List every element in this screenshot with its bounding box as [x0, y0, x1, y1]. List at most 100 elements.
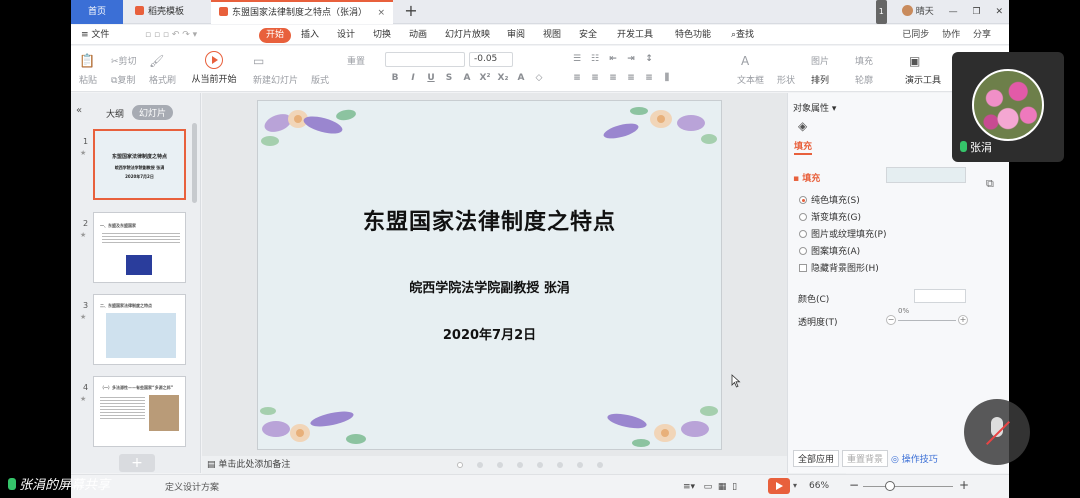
collab-button[interactable]: 协作 [942, 30, 960, 40]
textbox-button[interactable]: 文本框 [737, 73, 764, 86]
underline-icon[interactable]: U [425, 73, 437, 83]
decrease-button[interactable]: − [886, 315, 896, 325]
zoom-in-button[interactable]: + [959, 478, 969, 492]
slide-thumbnail-2[interactable]: 一、东盟及东盟国家 [93, 212, 186, 283]
layout-button[interactable]: 版式 [311, 73, 329, 86]
fill-color-swatch[interactable] [886, 167, 966, 183]
alignment-group[interactable]: ≡ ≡ ≡ ≡ ≡ ⫼ [571, 73, 679, 83]
slide-thumbnail-1[interactable]: 东盟国家法律制度之特点 皖西学院法学院副教授 张涓 2020年7月2日 [93, 129, 186, 200]
indent-decrease-icon[interactable]: ⇤ [607, 54, 619, 64]
page-dot[interactable] [537, 461, 543, 468]
format-painter-button[interactable]: 格式刷 [149, 73, 176, 86]
zoom-slider-track[interactable] [863, 486, 953, 487]
column-icon[interactable]: ⫼ [661, 73, 673, 83]
notes-bar[interactable]: ▤ 单击此处添加备注 [202, 456, 846, 474]
user-account[interactable]: 晴天 [901, 0, 934, 24]
close-tab-icon[interactable]: × [377, 2, 385, 24]
tab-outline[interactable]: 大纲 [106, 107, 124, 120]
zoom-out-button[interactable]: − [849, 478, 859, 492]
new-tab-button[interactable]: + [401, 0, 421, 24]
share-button[interactable]: 分享 [973, 30, 991, 40]
tab-home[interactable]: 首页 [71, 0, 123, 24]
align-center-icon[interactable]: ≡ [589, 73, 601, 83]
font-size-input[interactable]: -0.05 [469, 52, 513, 67]
line-spacing-icon[interactable]: ↕ [643, 54, 655, 64]
align-right-icon[interactable]: ≡ [607, 73, 619, 83]
tab-template[interactable]: 稻壳模板 [127, 0, 203, 24]
picture-button[interactable]: 图片 [811, 54, 829, 67]
menu-features[interactable]: 特色功能 [675, 25, 711, 45]
minimize-button[interactable]: — [949, 0, 958, 24]
menu-insert[interactable]: 插入 [301, 25, 319, 45]
tab-document[interactable]: 东盟国家法律制度之特点（张涓） × [211, 0, 393, 24]
restore-button[interactable]: ❐ [973, 0, 981, 24]
reading-view-icon[interactable]: ▯ [732, 482, 737, 492]
superscript-icon[interactable]: X² [479, 73, 491, 83]
slide-thumbnail-4[interactable]: （一）多法源性——有些国家“多源之邦” [93, 376, 186, 447]
reset-button[interactable]: 重置 [347, 54, 365, 67]
slideshow-play-button[interactable] [768, 478, 790, 494]
page-dot[interactable] [597, 461, 603, 468]
bold-icon[interactable]: B [389, 73, 401, 83]
thumbnail-scrollbar[interactable] [192, 123, 197, 203]
fill-section-header[interactable]: ▪ 填充 [793, 171, 820, 184]
collapse-panel-icon[interactable]: « [76, 105, 82, 116]
fill-button[interactable]: 填充 [855, 54, 873, 67]
shadow-icon[interactable]: S [443, 73, 455, 83]
new-slide-button[interactable]: 新建幻灯片 [253, 73, 298, 86]
italic-icon[interactable]: I [407, 73, 419, 83]
zoom-level[interactable]: 66% [809, 481, 829, 491]
reset-background-button[interactable]: 重置背景 [842, 450, 889, 467]
slide-1[interactable]: 东盟国家法律制度之特点 皖西学院法学院副教授 张涓 2020年7月2日 [257, 100, 722, 450]
zoom-slider-knob[interactable] [885, 481, 895, 491]
apply-all-button[interactable]: 全部应用 [793, 450, 840, 467]
bullet-list-icon[interactable]: ☰ [571, 54, 583, 64]
numbered-list-icon[interactable]: ☷ [589, 54, 601, 64]
picture-fill-option[interactable]: 图片或纹理填充(P) [799, 227, 886, 240]
cut-button[interactable]: ✂剪切 [111, 54, 137, 67]
solid-fill-option[interactable]: 纯色填充(S) [799, 193, 860, 206]
normal-view-icon[interactable]: ▭ [704, 482, 713, 492]
justify-icon[interactable]: ≡ [625, 73, 637, 83]
tab-fill[interactable]: 填充 [794, 139, 813, 155]
panel-title[interactable]: 对象属性 ▾ [793, 101, 836, 114]
paste-button[interactable]: 粘贴 [79, 73, 97, 86]
menu-security[interactable]: 安全 [579, 25, 597, 45]
page-dot[interactable] [457, 461, 463, 468]
hide-background-option[interactable]: 隐藏背景图形(H) [799, 261, 879, 274]
slide-subtitle[interactable]: 皖西学院法学院副教授 张涓 [258, 277, 721, 296]
radio[interactable] [799, 247, 807, 255]
font-name-input[interactable] [385, 52, 465, 67]
color-dropdown[interactable] [914, 289, 966, 303]
font-format-group[interactable]: B I U S A X² X₂ A ◇ [389, 73, 551, 83]
close-window-button[interactable]: ✕ [995, 0, 1003, 24]
tips-link[interactable]: ◎ 操作技巧 [891, 455, 938, 465]
window-count-badge[interactable]: 1 [875, 0, 887, 24]
radio[interactable] [799, 213, 807, 221]
transparency-slider[interactable]: − 0% + [886, 307, 968, 327]
gradient-fill-option[interactable]: 渐变填充(G) [799, 210, 861, 223]
mute-microphone-button[interactable] [964, 399, 1030, 465]
menu-animation[interactable]: 动画 [409, 25, 427, 45]
radio[interactable] [799, 230, 807, 238]
menu-file[interactable]: ≡ 文件 [81, 25, 109, 45]
menu-developer[interactable]: 开发工具 [617, 25, 653, 45]
copy-button[interactable]: ⧉复制 [111, 73, 135, 86]
presentation-tools-button[interactable]: 演示工具 [905, 73, 941, 86]
tab-slides[interactable]: 幻灯片 [132, 105, 174, 120]
increase-button[interactable]: + [958, 315, 968, 325]
outline-button[interactable]: 轮廓 [855, 73, 873, 86]
participant-video-tile[interactable]: 张涓 [952, 52, 1064, 162]
page-dot[interactable] [477, 461, 483, 468]
distribute-icon[interactable]: ≡ [643, 73, 655, 83]
paste-icon[interactable]: 📋 [79, 54, 95, 69]
menu-search[interactable]: ⌕查找 [731, 25, 754, 45]
subscript-icon[interactable]: X₂ [497, 73, 509, 83]
slide-title[interactable]: 东盟国家法律制度之特点 [258, 204, 721, 236]
sync-status[interactable]: 已同步 [902, 30, 929, 40]
indent-increase-icon[interactable]: ⇥ [625, 54, 637, 64]
radio-selected[interactable] [799, 196, 807, 204]
side-toolbar-icon[interactable]: ⧉ [986, 177, 994, 191]
strike-icon[interactable]: A [461, 73, 473, 83]
add-slide-button[interactable]: + [119, 454, 155, 472]
